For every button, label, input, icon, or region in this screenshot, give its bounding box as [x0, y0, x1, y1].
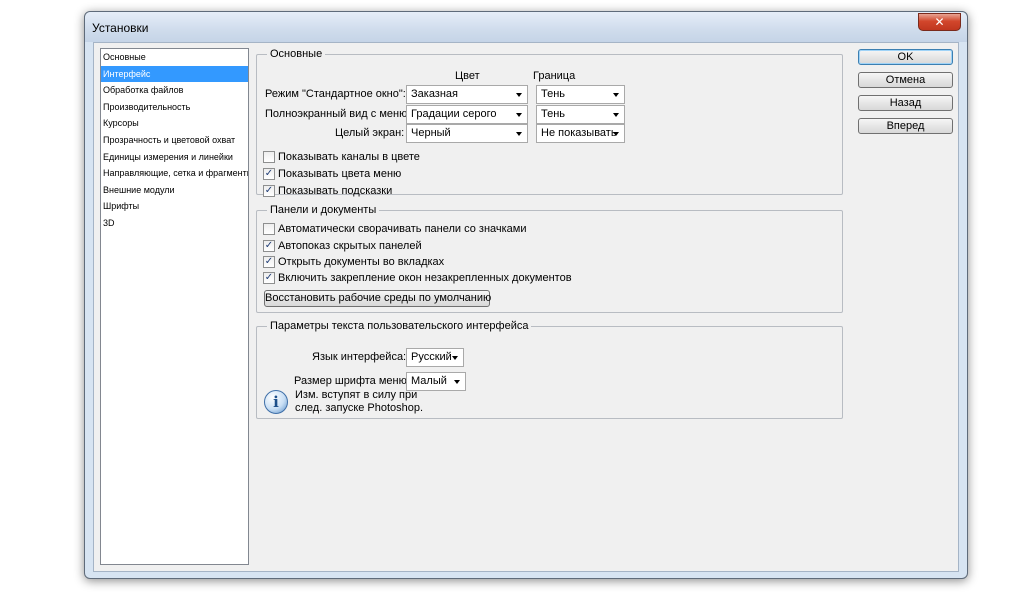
panels-group-legend: Панели и документы — [267, 203, 380, 217]
ui-font-size-label: Размер шрифта меню: — [294, 375, 410, 387]
chevron-down-icon — [516, 113, 522, 117]
fullscreen-color-select[interactable]: Черный — [406, 124, 528, 143]
chevron-down-icon — [613, 132, 619, 136]
restart-note-line-1: Изм. вступят в силу при — [295, 389, 418, 401]
nav-item-plugins[interactable]: Внешние модули — [101, 182, 248, 199]
color-column-header: Цвет — [455, 70, 480, 82]
chevron-down-icon — [454, 380, 460, 384]
fullscreen-menu-border-select[interactable]: Тень — [536, 105, 625, 124]
nav-item-transparency[interactable]: Прозрачность и цветовой охват — [101, 132, 248, 149]
ui-text-group-legend: Параметры текста пользовательского интер… — [267, 319, 532, 333]
category-list[interactable]: Основные Интерфейс Обработка файлов Прои… — [100, 48, 249, 565]
ok-button[interactable]: OK — [858, 49, 953, 65]
chevron-down-icon — [452, 356, 458, 360]
nav-item-units-rulers[interactable]: Единицы измерения и линейки — [101, 149, 248, 166]
chevron-down-icon — [516, 93, 522, 97]
nav-item-3d[interactable]: 3D — [101, 215, 248, 232]
forward-button[interactable]: Вперед — [858, 118, 953, 134]
check-icon: ✓ — [263, 185, 275, 197]
checkbox-box — [263, 223, 275, 235]
fullscreen-menu-label: Полноэкранный вид с меню: — [265, 108, 411, 120]
ui-language-select[interactable]: Русский — [406, 348, 464, 367]
border-column-header: Граница — [533, 70, 576, 82]
close-icon: ✕ — [934, 15, 945, 29]
nav-item-cursors[interactable]: Курсоры — [101, 115, 248, 132]
dialog-client-area: Основные Интерфейс Обработка файлов Прои… — [93, 42, 959, 572]
fullscreen-border-select[interactable]: Не показывать — [536, 124, 625, 143]
chevron-down-icon — [613, 93, 619, 97]
check-icon: ✓ — [263, 240, 275, 252]
standard-screen-border-select[interactable]: Тень — [536, 85, 625, 104]
info-icon: i — [264, 390, 288, 414]
check-icon: ✓ — [263, 168, 275, 180]
nav-item-general[interactable]: Основные — [101, 49, 248, 66]
panels-documents-group: Панели и документы Автоматически сворачи… — [256, 203, 843, 313]
nav-item-performance[interactable]: Производительность — [101, 99, 248, 116]
chevron-down-icon — [613, 113, 619, 117]
close-button[interactable]: ✕ — [918, 13, 961, 31]
fullscreen-menu-color-select[interactable]: Градации серого — [406, 105, 528, 124]
back-button[interactable]: Назад — [858, 95, 953, 111]
nav-item-type[interactable]: Шрифты — [101, 198, 248, 215]
check-icon: ✓ — [263, 272, 275, 284]
check-icon: ✓ — [263, 256, 275, 268]
preferences-dialog: Установки ✕ Основные Интерфейс Обработка… — [84, 11, 968, 579]
nav-item-file-handling[interactable]: Обработка файлов — [101, 82, 248, 99]
ui-text-options-group: Параметры текста пользовательского интер… — [256, 319, 843, 419]
chevron-down-icon — [516, 132, 522, 136]
cancel-button[interactable]: Отмена — [858, 72, 953, 88]
restore-workspaces-button[interactable]: Восстановить рабочие среды по умолчанию — [264, 290, 491, 307]
fullscreen-label: Целый экран: — [335, 127, 405, 139]
nav-item-guides-grid[interactable]: Направляющие, сетка и фрагменты — [101, 165, 248, 182]
standard-screen-color-select[interactable]: Заказная — [406, 85, 528, 104]
standard-screen-label: Режим "Стандартное окно": — [265, 88, 406, 100]
checkbox-box — [263, 151, 275, 163]
ui-language-label: Язык интерфейса: — [312, 351, 407, 363]
nav-item-interface[interactable]: Интерфейс — [101, 65, 248, 83]
general-group: Основные Цвет Граница Режим "Стандартное… — [256, 47, 843, 197]
restart-note-line-2: след. запуске Photoshop. — [295, 402, 424, 414]
dialog-title: Установки — [92, 21, 149, 35]
general-group-legend: Основные — [267, 47, 326, 61]
